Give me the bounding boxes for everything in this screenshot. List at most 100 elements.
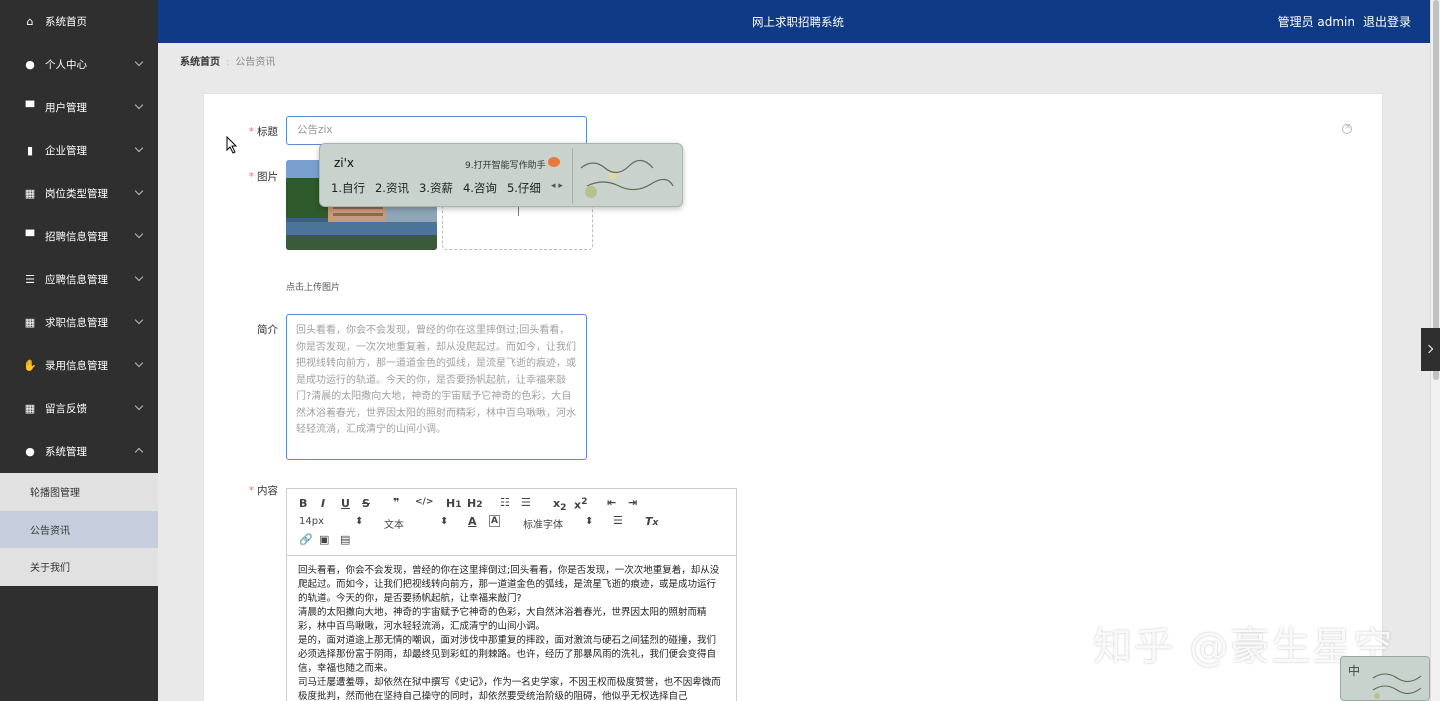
sidebar-item-9[interactable]: ▦ 留言反馈 [0,387,158,430]
user-area: 管理员 admin 退出登录 [1278,13,1411,30]
subscript-button[interactable]: x2 [553,497,566,513]
link-icon[interactable]: 🔗 [299,533,313,546]
sidebar-item-label: 用户管理 [45,102,87,114]
heading-1-button[interactable]: H1 [446,497,462,510]
submenu-item-1[interactable]: 公告资讯 [0,510,158,548]
sidebar-item-label: 应聘信息管理 [45,274,108,286]
logout-link[interactable]: 退出登录 [1363,15,1411,29]
breadcrumb-separator: : [226,57,230,68]
chevron-down-icon [134,358,144,368]
side-collapse-tab[interactable] [1421,328,1440,371]
breadcrumb-home[interactable]: 系统首页 [180,57,220,68]
submenu: 轮播图管理 公告资讯 关于我们 [0,473,158,586]
bar-chart-icon: ▮ [26,144,34,157]
submenu-item-2[interactable]: 关于我们 [0,548,158,586]
mouse-cursor-icon [226,136,238,154]
sidebar-item-0[interactable]: ⌂ 系统首页 [0,0,158,43]
chevron-down-icon [134,315,144,325]
chevron-up-icon [134,447,144,457]
code-block-button[interactable]: </> [415,497,433,507]
ime-mode-label: 中 [1348,664,1361,678]
sidebar-item-label: 企业管理 [45,145,87,157]
ime-composition: zi'x [334,156,355,170]
sidebar-item-2[interactable]: ▀ 用户管理 [0,86,158,129]
chevron-down-icon [134,186,144,196]
rich-text-editor[interactable]: B I U S ❞ </> H1 H2 ☷ ☰ x2 x2 ⇤ ⇥ 14px ⬍… [286,488,737,701]
outdent-icon[interactable]: ⇤ [607,496,616,509]
font-family-chevron-icon[interactable]: ⬍ [585,516,593,527]
heading-2-button[interactable]: H2 [467,497,483,510]
video-insert-icon[interactable]: ▤ [340,533,350,546]
strike-button[interactable]: S [362,497,370,510]
title-input[interactable]: 公告zix [286,116,587,145]
ime-status-indicator[interactable]: 中 [1340,656,1430,701]
align-icon[interactable]: ☰ [613,514,623,527]
ime-assistant-icon[interactable] [548,157,560,167]
intro-label: 简介 [257,324,278,336]
submenu-item-0[interactable]: 轮播图管理 [0,473,158,511]
sidebar-item-5[interactable]: ▀ 招聘信息管理 [0,215,158,258]
close-icon[interactable] [1342,122,1352,134]
monitor-icon: ▀ [25,101,35,114]
chevron-down-icon [134,100,144,110]
home-icon: ⌂ [26,15,34,28]
block-type-chevron-icon[interactable]: ⬍ [440,516,448,527]
ime-candidates[interactable]: 1.自行 2.资讯 3.资薪 4.咨询 5.仔细 [331,180,551,196]
sidebar-item-6[interactable]: ☰ 应聘信息管理 [0,258,158,301]
ime-hint[interactable]: 9.打开智能写作助手 [465,158,546,171]
clear-format-icon[interactable]: Tx [645,515,658,528]
sidebar-item-8[interactable]: ✋ 录用信息管理 [0,344,158,387]
sidebar-item-3[interactable]: ▮ 企业管理 [0,129,158,172]
underline-button[interactable]: U [341,497,350,510]
user-label: 管理员 admin [1277,15,1355,29]
top-header: 网上求职招聘系统 管理员 admin 退出登录 [158,0,1430,43]
font-size-select[interactable]: 14px [299,516,324,527]
bullet-list-icon[interactable]: ☰ [521,496,531,509]
ime-candidate[interactable]: 2.资讯 [375,181,409,195]
sidebar-item-label: 招聘信息管理 [45,231,108,243]
content-label: * 内容 [248,485,278,497]
ime-candidate[interactable]: 1.自行 [331,181,365,195]
font-size-chevron-icon[interactable]: ⬍ [355,516,363,527]
editor-paragraph: 回头看看，你会不会发现，曾经的你在这里摔倒过;回头看看，你是否发现，一次次地重复… [298,565,720,604]
text-color-icon[interactable]: A [468,515,477,528]
ime-page-arrows-icon[interactable]: ◂ ▸ [551,181,563,191]
ordered-list-icon[interactable]: ☷ [500,496,510,509]
superscript-button[interactable]: x2 [574,496,587,512]
sidebar-item-label: 留言反馈 [45,403,87,415]
user-icon: ● [25,58,35,71]
editor-paragraph: 是的，面对道途上那无情的嘲讽，面对涉伐中那重复的摔跤，面对激流与硬石之间猛烈的碰… [298,635,717,674]
bold-button[interactable]: B [299,497,307,510]
editor-paragraph: 清晨的太阳撒向大地，神奇的宇宙赋予它神奇的色彩，大自然沐浴着春光，世界因太阳的照… [298,607,707,632]
sidebar-item-label: 个人中心 [45,59,87,71]
sidebar-item-label: 系统管理 [45,446,87,458]
indent-icon[interactable]: ⇥ [628,496,637,509]
sidebar-item-7[interactable]: ▦ 求职信息管理 [0,301,158,344]
italic-button[interactable]: I [321,497,325,510]
bulb-icon: ● [25,445,35,458]
sidebar-item-10[interactable]: ● 系统管理 [0,430,158,473]
grid-icon: ▦ [24,402,36,415]
scrollbar-thumb[interactable] [1433,0,1439,380]
image-label: * 图片 [248,171,278,183]
intro-textarea[interactable]: 回头看看，你会不会发现，曾经的你在这里摔倒过;回头看看，你是否发现，一次次地重复… [286,314,587,460]
sidebar-item-label: 系统首页 [45,16,87,28]
chevron-down-icon [134,57,144,67]
block-type-select[interactable]: 文本 [384,516,404,531]
sidebar-item-1[interactable]: ● 个人中心 [0,43,158,86]
app-title: 网上求职招聘系统 [752,15,844,29]
upload-tip[interactable]: 点击上传图片 [286,280,340,293]
image-insert-icon[interactable]: ▣ [319,533,329,546]
highlight-color-icon[interactable]: A [489,515,500,527]
ime-candidate[interactable]: 4.咨询 [463,181,497,195]
ime-candidate[interactable]: 3.资薪 [419,181,453,195]
sidebar-item-4[interactable]: ▦ 岗位类型管理 [0,172,158,215]
blockquote-button[interactable]: ❞ [393,496,399,509]
chevron-down-icon [134,143,144,153]
breadcrumb-current: 公告资讯 [235,57,276,68]
font-family-select[interactable]: 标准字体 [523,516,563,531]
ime-candidate[interactable]: 5.仔细 [507,181,541,195]
chevron-right-icon [1424,344,1434,354]
editor-body[interactable]: 回头看看，你会不会发现，曾经的你在这里摔倒过;回头看看，你是否发现，一次次地重复… [287,556,736,701]
sidebar-item-label: 岗位类型管理 [45,188,108,200]
